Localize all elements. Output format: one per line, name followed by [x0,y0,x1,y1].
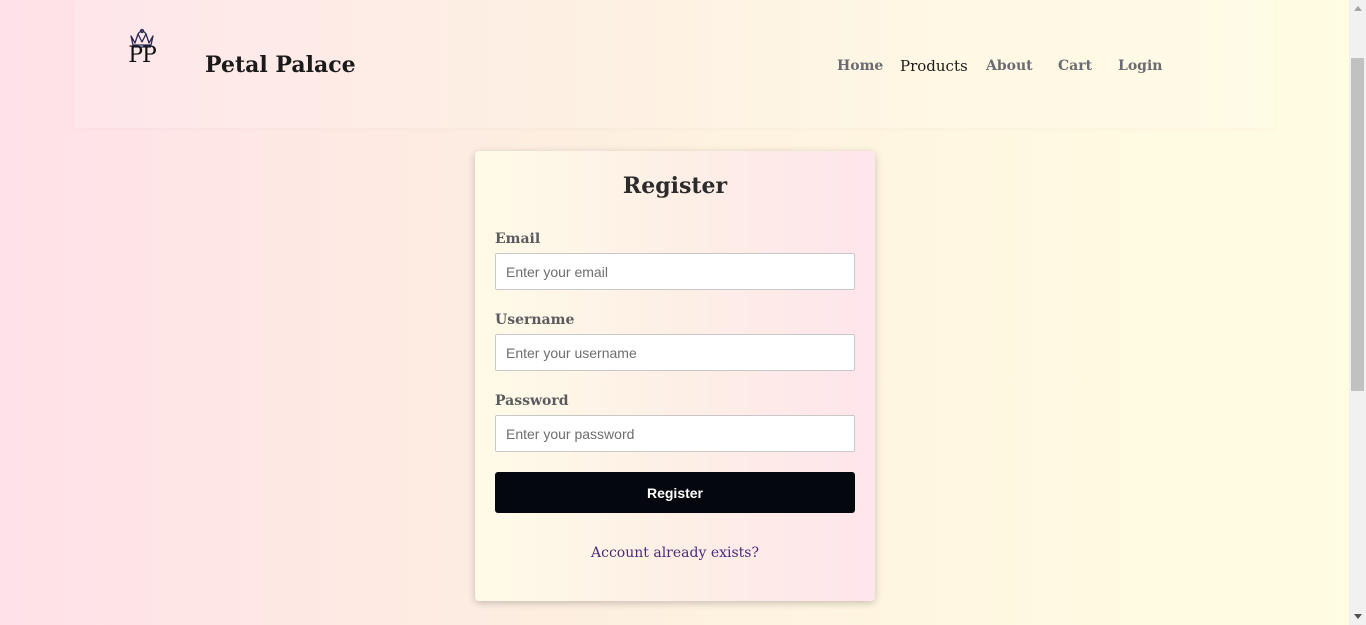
caret-down-icon [1353,614,1362,619]
nav-home[interactable]: Home [837,56,883,76]
email-label: Email [495,231,541,247]
caret-up-icon [1353,6,1362,11]
form-title: Register [622,173,728,199]
register-button[interactable]: Register [495,472,855,513]
nav-products[interactable]: Products [900,56,968,76]
register-card: Register Email Username Password Registe… [475,151,875,601]
username-label: Username [495,312,575,328]
scrollbar-thumb[interactable] [1351,58,1364,391]
password-field[interactable] [495,415,855,452]
site-header: PP Petal Palace Home Products About Cart… [74,0,1274,128]
nav-about[interactable]: About [986,56,1033,76]
page: PP Petal Palace Home Products About Cart… [0,0,1349,625]
scroll-down-button[interactable] [1349,608,1366,625]
scroll-up-button[interactable] [1349,0,1366,17]
password-label: Password [495,393,569,409]
username-field[interactable] [495,334,855,371]
main-nav: Home Products About Cart Login [74,56,1274,78]
nav-login[interactable]: Login [1118,56,1162,76]
email-field[interactable] [495,253,855,290]
vertical-scrollbar[interactable] [1349,0,1366,625]
login-link[interactable]: Account already exists? [475,543,875,563]
nav-cart[interactable]: Cart [1058,56,1092,76]
